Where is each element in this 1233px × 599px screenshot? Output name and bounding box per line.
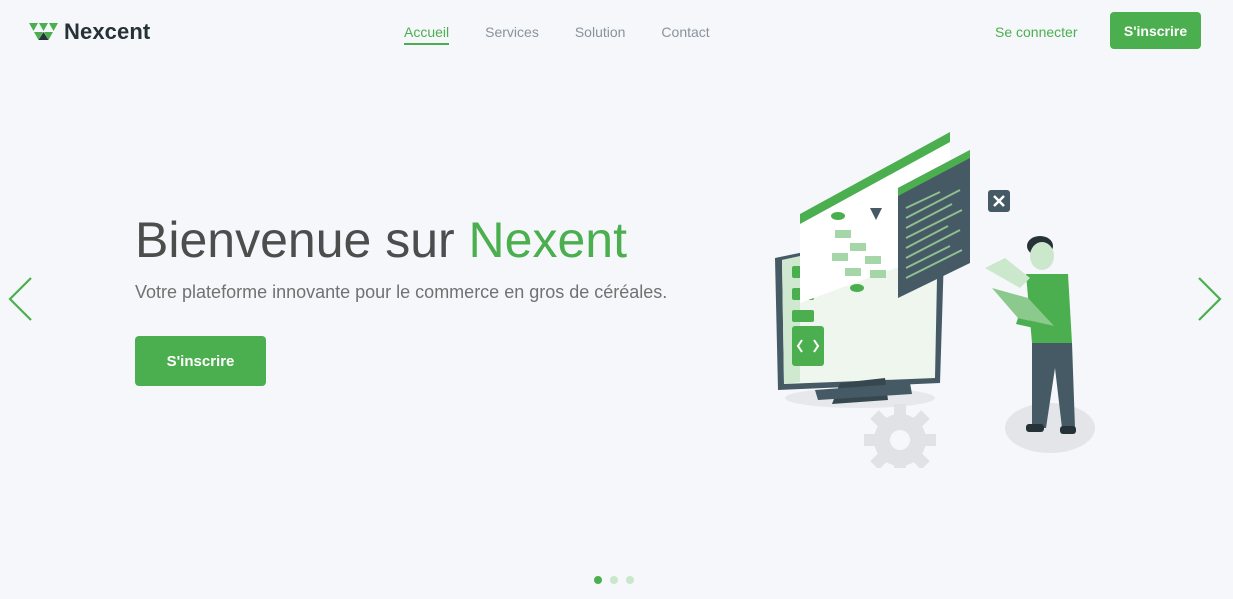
nav-item-solution[interactable]: Solution [575, 24, 626, 45]
nav-item-accueil[interactable]: Accueil [404, 24, 450, 45]
logo[interactable]: Nexcent [29, 19, 150, 45]
carousel-prev-button[interactable] [6, 276, 34, 322]
hero-subtitle: Votre plateforme innovante pour le comme… [135, 282, 668, 302]
logo-icon [29, 23, 58, 40]
hero-title-prefix: Bienvenue sur [135, 212, 469, 268]
nav-item-services[interactable]: Services [485, 24, 539, 45]
developer-illustration [775, 132, 1095, 468]
chevron-right-icon [1198, 277, 1222, 321]
carousel-dot-2[interactable] [610, 576, 618, 584]
site-header: Nexcent Accueil Services Solution Contac… [0, 0, 1233, 62]
carousel-dot-1[interactable] [594, 576, 602, 584]
header-signup-button[interactable]: S'inscrire [1110, 12, 1201, 49]
chevron-left-icon [8, 277, 32, 321]
carousel-dots [594, 576, 634, 584]
hero-title: Bienvenue sur Nexent [135, 212, 627, 268]
carousel-next-button[interactable] [1196, 276, 1224, 322]
hero-title-brand: Nexent [468, 212, 627, 268]
main-nav: Accueil Services Solution Contact [404, 24, 746, 45]
logo-text: Nexcent [64, 19, 151, 44]
carousel-dot-3[interactable] [626, 576, 634, 584]
login-link[interactable]: Se connecter [995, 24, 1078, 40]
hero-signup-button[interactable]: S'inscrire [135, 336, 266, 386]
nav-item-contact[interactable]: Contact [661, 24, 709, 45]
